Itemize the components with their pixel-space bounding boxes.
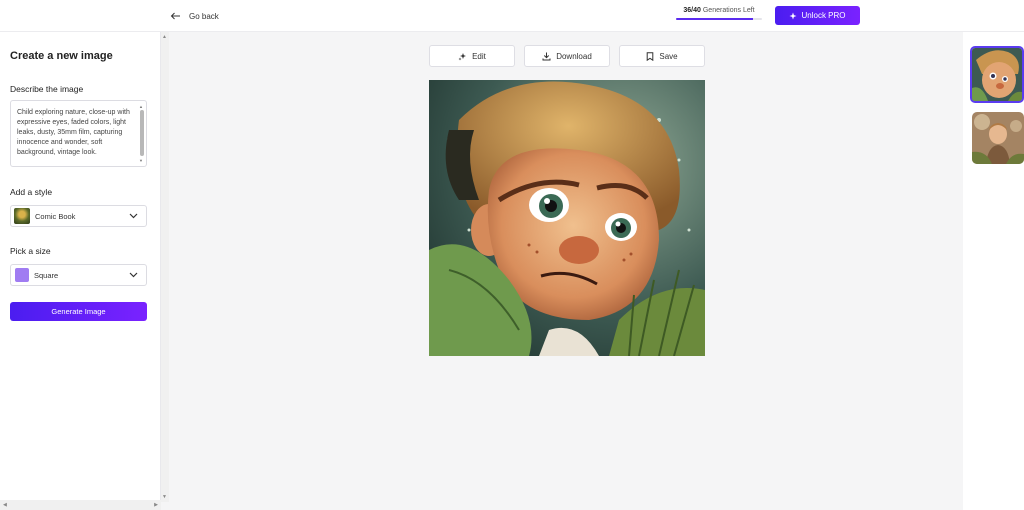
- save-label: Save: [659, 51, 678, 61]
- size-label: Pick a size: [10, 246, 51, 256]
- arrow-left-icon: [170, 12, 180, 20]
- panel-horizontal-scrollbar[interactable]: ◀ ▶: [0, 500, 161, 510]
- panel-title: Create a new image: [10, 50, 113, 62]
- download-label: Download: [556, 51, 592, 61]
- size-select[interactable]: Square: [10, 264, 147, 286]
- scroll-right-icon[interactable]: ▶: [154, 502, 158, 508]
- description-text: Child exploring nature, close-up with ex…: [17, 109, 130, 156]
- generations-counter: 36/40 Generations Left: [676, 7, 762, 20]
- unlock-pro-label: Unlock PRO: [801, 11, 846, 20]
- save-button[interactable]: Save: [619, 45, 705, 67]
- sparkle-icon: [458, 52, 467, 60]
- generations-text: 36/40 Generations Left: [676, 7, 762, 14]
- download-button[interactable]: Download: [524, 45, 610, 67]
- generations-suffix: Generations Left: [702, 7, 755, 14]
- edit-label: Edit: [472, 51, 486, 61]
- chevron-down-icon: [129, 213, 138, 219]
- generate-image-button[interactable]: Generate Image: [10, 302, 147, 321]
- generations-progress-fill: [676, 18, 754, 20]
- scroll-down-icon[interactable]: ▼: [162, 494, 167, 500]
- textarea-scrollbar[interactable]: ▲ ▼: [139, 103, 145, 165]
- sparkle-icon: [789, 12, 797, 19]
- unlock-pro-button[interactable]: Unlock PRO: [775, 6, 860, 25]
- scroll-up-icon[interactable]: ▲: [162, 34, 167, 40]
- go-back-label: Go back: [189, 11, 219, 21]
- panel-scrollbar[interactable]: ▲ ▼: [161, 32, 169, 502]
- style-select[interactable]: Comic Book: [10, 205, 147, 227]
- edit-button[interactable]: Edit: [429, 45, 515, 67]
- history-panel: [963, 32, 1024, 510]
- size-value: Square: [34, 270, 59, 280]
- history-thumbnail-selected[interactable]: [970, 46, 1024, 103]
- download-icon: [542, 52, 551, 60]
- generations-progress-bar: [676, 18, 762, 20]
- style-value: Comic Book: [35, 211, 76, 221]
- generate-image-label: Generate Image: [51, 307, 106, 316]
- describe-label: Describe the image: [10, 84, 84, 94]
- style-label: Add a style: [10, 187, 53, 197]
- bookmark-icon: [647, 51, 654, 61]
- style-thumbnail: [14, 208, 30, 224]
- generated-image: [429, 80, 705, 356]
- scroll-left-icon[interactable]: ◀: [3, 502, 7, 508]
- generations-used: 36/40: [683, 7, 701, 14]
- size-swatch: [15, 268, 29, 282]
- description-textarea[interactable]: Child exploring nature, close-up with ex…: [10, 100, 147, 167]
- chevron-down-icon: [129, 272, 138, 278]
- top-bar: Go back 36/40 Generations Left Unlock PR…: [0, 0, 1024, 32]
- go-back-link[interactable]: Go back: [170, 9, 219, 23]
- textarea-scroll-down-icon[interactable]: ▼: [139, 156, 143, 166]
- textarea-scroll-thumb[interactable]: [140, 110, 144, 156]
- history-thumbnail[interactable]: [972, 112, 1024, 164]
